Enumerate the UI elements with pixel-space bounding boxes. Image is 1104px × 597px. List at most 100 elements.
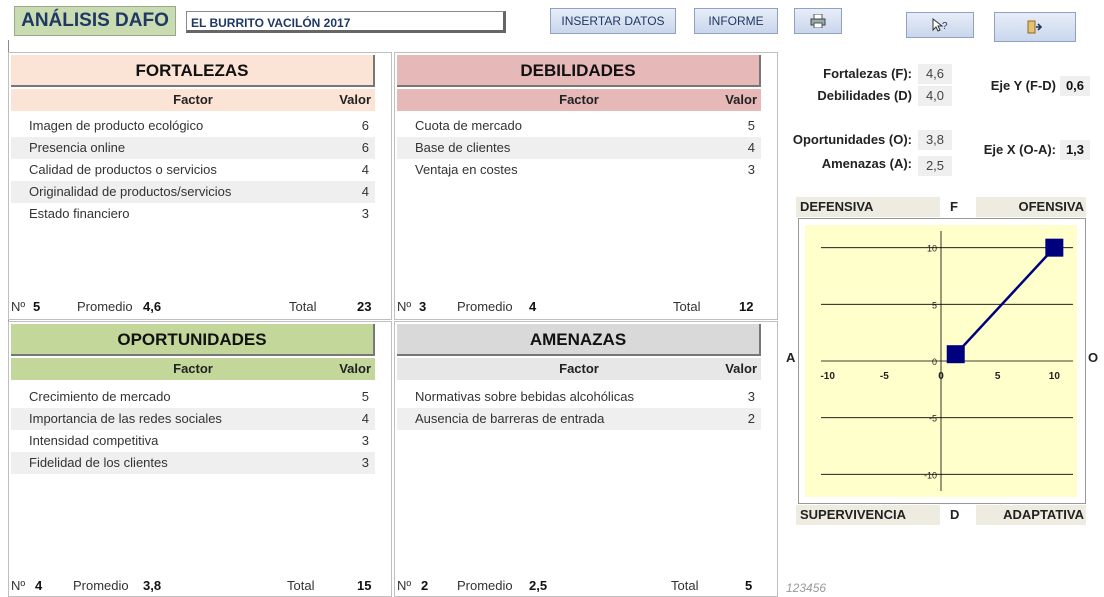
list-item[interactable]: Estado financiero 3 [11,203,375,225]
total-value: 23 [357,299,372,314]
y-tick-label: -5 [929,414,937,424]
factor-value: 3 [361,206,369,221]
factor-text: Ausencia de barreras de entrada [415,411,605,426]
count-label: Nº [397,578,412,593]
panel-title: OPORTUNIDADES [11,324,375,356]
exit-door-icon [1027,20,1043,34]
panel-footer: Nº 2 Promedio 2,5 Total 5 [395,576,777,596]
panel-oportunidades: OPORTUNIDADES Factor Valor Crecimiento d… [8,321,392,597]
panel-title: DEBILIDADES [397,55,761,87]
print-button[interactable] [794,8,842,34]
factor-text: Calidad de productos o servicios [29,162,217,177]
factor-value: 3 [747,389,755,404]
axis-label-o: O [1088,350,1099,365]
list-item[interactable]: Ventaja en costes 3 [397,159,761,181]
y-tick-label: 0 [932,357,937,367]
total-label: Total [289,299,317,314]
total-value: 15 [357,578,372,593]
valor-column-header: Valor [725,361,757,376]
list-item[interactable]: Presencia online 6 [11,137,375,159]
column-header-row: Factor Valor [11,358,375,380]
promedio-value: 3,8 [143,578,162,593]
factor-value: 5 [361,389,369,404]
eje-x-label: Eje X (O-A): [983,142,1056,157]
factor-text: Base de clientes [415,140,511,155]
amenazas-summary-label: Amenazas (A): [821,156,912,171]
factor-column-header: Factor [173,92,213,107]
total-label: Total [671,578,699,593]
list-item[interactable]: Fidelidad de los clientes 3 [11,452,375,474]
list-item[interactable]: Intensidad competitiva 3 [11,430,375,452]
page-title: ANÁLISIS DAFO [14,6,176,36]
count-label: Nº [11,578,26,593]
insert-data-button[interactable]: INSERTAR DATOS [550,8,676,34]
x-tick-label: -5 [880,371,889,382]
factor-text: Crecimiento de mercado [29,389,171,404]
x-tick-label: 5 [995,371,1001,382]
fortalezas-summary-value: 4,6 [918,64,952,84]
list-item[interactable]: Base de clientes 4 [397,137,761,159]
list-item[interactable]: Crecimiento de mercado 5 [11,386,375,408]
panel-footer: Nº 4 Promedio 3,8 Total 15 [9,576,391,596]
x-tick-label: 0 [938,371,944,382]
swot-position-chart: -10 -5 0 5 10 10 5 0 -5 -10 [798,218,1086,504]
panel-debilidades: DEBILIDADES Factor Valor Cuota de mercad… [394,52,778,320]
panel-footer: Nº 3 Promedio 4 Total 12 [395,297,777,317]
exit-button[interactable] [994,12,1076,42]
promedio-value: 4 [529,299,537,314]
factor-text: Originalidad de productos/servicios [29,184,232,199]
factor-value: 2 [747,411,755,426]
axis-label-f: F [950,199,958,214]
factor-value: 3 [361,433,369,448]
promedio-label: Promedio [77,299,133,314]
list-item[interactable]: Originalidad de productos/servicios 4 [11,181,375,203]
fortalezas-summary-label: Fortalezas (F): [823,66,912,81]
data-point [1045,238,1064,257]
count-value: 3 [419,299,427,314]
axis-label-a: A [786,350,796,365]
factor-value: 4 [361,184,369,199]
valor-column-header: Valor [339,361,371,376]
panel-fortalezas: FORTALEZAS Factor Valor Imagen de produc… [8,52,392,320]
company-name-field[interactable]: EL BURRITO VACILÓN 2017 [186,11,506,33]
factor-value: 3 [361,455,369,470]
factor-value: 4 [747,140,755,155]
column-header-row: Factor Valor [11,89,375,111]
quadrant-defensiva: DEFENSIVA [796,197,940,217]
factor-text: Importancia de las redes sociales [29,411,222,426]
panel-footer: Nº 5 Promedio 4,6 Total 23 [9,297,391,317]
eje-y-label: Eje Y (F-D) [990,78,1056,93]
promedio-value: 2,5 [529,578,548,593]
factor-text: Normativas sobre bebidas alcohólicas [415,389,634,404]
x-tick-label: 10 [1049,371,1061,382]
y-tick-label: -10 [924,470,937,480]
valor-column-header: Valor [725,92,757,107]
factor-text: Fidelidad de los clientes [29,455,168,470]
factor-value: 6 [361,140,369,155]
x-tick-label: -10 [820,371,835,382]
promedio-label: Promedio [457,299,513,314]
oportunidades-summary-label: Oportunidades (O): [792,132,912,147]
help-button[interactable]: ? [906,12,974,38]
count-label: Nº [11,299,26,314]
valor-column-header: Valor [339,92,371,107]
chart-svg: -10 -5 0 5 10 10 5 0 -5 -10 [805,225,1077,497]
list-item[interactable]: Importancia de las redes sociales 4 [11,408,375,430]
list-item[interactable]: Ausencia de barreras de entrada 2 [397,408,761,430]
list-item[interactable]: Normativas sobre bebidas alcohólicas 3 [397,386,761,408]
factor-value: 6 [361,118,369,133]
count-label: Nº [397,299,412,314]
list-item[interactable]: Calidad de productos o servicios 4 [11,159,375,181]
panel-title: FORTALEZAS [11,55,375,87]
column-header-row: Factor Valor [397,358,761,380]
factor-text: Ventaja en costes [415,162,518,177]
quadrant-adaptativa: ADAPTATIVA [976,505,1086,525]
report-button[interactable]: INFORME [694,8,778,34]
help-cursor-icon: ? [932,17,948,32]
total-value: 12 [739,299,754,314]
factor-value: 3 [747,162,755,177]
list-item[interactable]: Cuota de mercado 5 [397,115,761,137]
factor-value: 5 [747,118,755,133]
amenazas-summary-value: 2,5 [918,156,952,176]
list-item[interactable]: Imagen de producto ecológico 6 [11,115,375,137]
